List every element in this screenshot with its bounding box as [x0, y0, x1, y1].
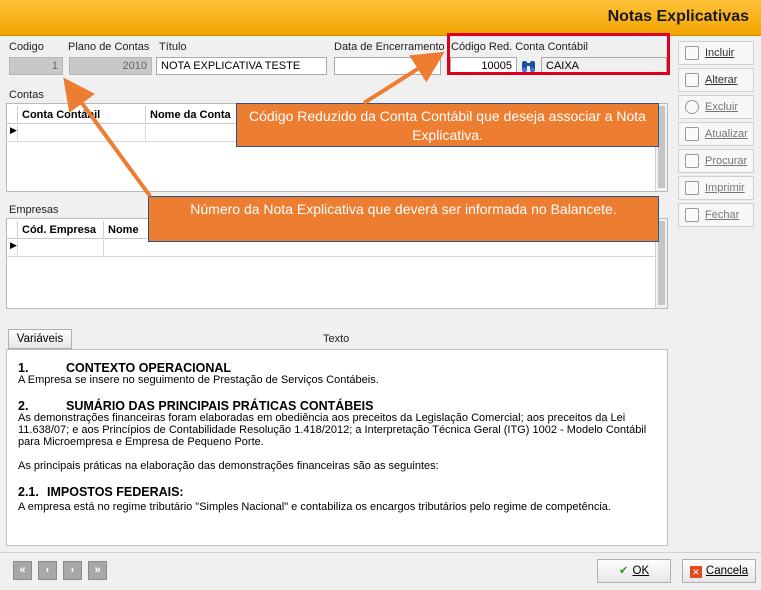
- incluir-button[interactable]: Incluir: [678, 41, 754, 65]
- data-encerramento-label: Data de Encerramento: [334, 41, 445, 53]
- titulo-label: Título: [159, 41, 187, 53]
- section-1-body: A Empresa se insere no seguimento de Pre…: [18, 374, 379, 386]
- alterar-button[interactable]: Alterar: [678, 68, 754, 92]
- texto-label: Texto: [323, 333, 350, 345]
- first-record-button[interactable]: «: [13, 561, 32, 580]
- ok-button[interactable]: ✔ OK: [597, 559, 671, 583]
- row-pointer-icon: ▶: [10, 240, 17, 250]
- codigo-label: Codigo: [9, 41, 44, 53]
- new-document-icon: [685, 46, 699, 60]
- plano-label: Plano de Contas: [68, 41, 150, 53]
- empresas-label: Empresas: [9, 204, 59, 216]
- title-bar: Notas Explicativas: [0, 0, 761, 36]
- printer-icon: [685, 181, 699, 195]
- last-record-button[interactable]: »: [88, 561, 107, 580]
- section-21-body: A empresa está no regime tributário "Sim…: [18, 501, 611, 513]
- col-cod-empresa[interactable]: Cód. Empresa: [17, 221, 103, 239]
- binoculars-icon: [685, 154, 699, 168]
- procurar-button[interactable]: Procurar: [678, 149, 754, 173]
- delete-icon: [685, 100, 699, 114]
- plano-field: 2010: [69, 57, 152, 75]
- codigo-field: 1: [9, 57, 63, 75]
- highlight-box: [447, 33, 670, 75]
- section-2-body: As demonstrações financeiras foram elabo…: [18, 412, 647, 448]
- check-icon: ✔: [618, 565, 629, 577]
- titulo-input[interactable]: NOTA EXPLICATIVA TESTE: [156, 57, 327, 75]
- section-1-heading: 1. CONTEXTO OPERACIONAL: [18, 361, 232, 375]
- prev-record-button[interactable]: ‹: [38, 561, 57, 580]
- texto-editor[interactable]: 1. CONTEXTO OPERACIONAL A Empresa se inse…: [6, 349, 668, 546]
- data-encerramento-input[interactable]: [334, 57, 441, 75]
- table-row[interactable]: ▶: [7, 240, 655, 257]
- edit-icon: [685, 73, 699, 87]
- callout-codigo-reduzido: Código Reduzido da Conta Contábil que de…: [236, 103, 659, 147]
- next-record-button[interactable]: ›: [63, 561, 82, 580]
- atualizar-button[interactable]: Atualizar: [678, 122, 754, 146]
- refresh-icon: [685, 127, 699, 141]
- window-title: Notas Explicativas: [607, 8, 749, 25]
- cancela-button[interactable]: ✕ Cancela: [682, 559, 756, 583]
- section-21-heading: 2.1. IMPOSTOS FEDERAIS:: [18, 485, 184, 499]
- col-conta-contabil[interactable]: Conta Contábil: [17, 106, 145, 124]
- cancel-icon: ✕: [689, 566, 702, 578]
- fechar-button[interactable]: Fechar: [678, 203, 754, 227]
- section-2-heading: 2. SUMÁRIO DAS PRINCIPAIS PRÁTICAS CONTÁB…: [18, 399, 374, 413]
- imprimir-button[interactable]: Imprimir: [678, 176, 754, 200]
- excluir-button[interactable]: Excluir: [678, 95, 754, 119]
- footer-divider: [0, 552, 761, 553]
- callout-numero-nota: Número da Nota Explicativa que deverá se…: [148, 196, 659, 242]
- row-pointer-icon: ▶: [10, 125, 17, 135]
- close-door-icon: [685, 208, 699, 222]
- contas-label: Contas: [9, 89, 44, 101]
- variaveis-button[interactable]: Variáveis: [8, 329, 72, 349]
- section-2-body2: As principais práticas na elaboração das…: [18, 460, 439, 472]
